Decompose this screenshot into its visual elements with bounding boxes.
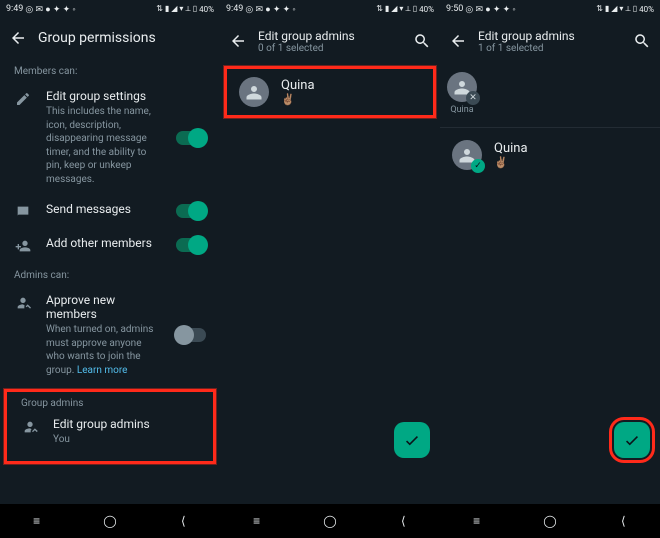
phone-permissions: 9:49◎ ✉ ● ✦ ✦ ◦ ⇅ ▮ ◢ ▾ ⟂ ▯40% Group per…: [0, 0, 220, 538]
home-button[interactable]: ◯: [90, 514, 130, 528]
edit-settings-title: Edit group settings: [46, 89, 162, 103]
back-icon[interactable]: [448, 31, 468, 51]
add-members-title: Add other members: [46, 236, 162, 250]
status-left-icons: ◎ ✉ ● ✦ ✦ ◦: [245, 4, 295, 15]
selected-chip-quina[interactable]: ✕ Quina: [440, 64, 484, 123]
status-left-icons: ◎ ✉ ● ✦ ✦ ◦: [465, 4, 515, 15]
phone-select-0: 9:49◎ ✉ ● ✦ ✦ ◦ ⇅ ▮ ◢ ▾ ⟂ ▯40% Edit grou…: [220, 0, 440, 538]
status-battery: 40%: [639, 5, 654, 14]
edit-settings-desc: This includes the name, icon, descriptio…: [46, 105, 162, 186]
recent-apps-button[interactable]: ≡: [17, 514, 57, 528]
statusbar: 9:49◎ ✉ ● ✦ ✦ ◦ ⇅ ▮ ◢ ▾ ⟂ ▯40%: [220, 0, 440, 18]
status-right-icons: ⇅ ▮ ◢ ▾ ⟂ ▯: [596, 4, 637, 14]
content: Quina ✌🏽: [220, 64, 440, 504]
search-icon[interactable]: [632, 31, 652, 51]
group-admins-block-highlight: Group admins Edit group admins You: [4, 389, 216, 464]
toggle-approve-members[interactable]: [176, 328, 206, 342]
status-time: 9:49: [226, 4, 243, 14]
contact-name: Quina: [281, 78, 315, 93]
page-title: Edit group admins: [478, 29, 622, 43]
back-button[interactable]: ⟨: [603, 514, 643, 528]
approve-title: Approve new members: [46, 293, 162, 321]
phone-select-1: 9:50◎ ✉ ● ✦ ✦ ◦ ⇅ ▮ ◢ ▾ ⟂ ▯40% Edit grou…: [440, 0, 660, 538]
content: Members can: Edit group settings This in…: [0, 58, 220, 504]
admins-icon: [21, 417, 39, 435]
avatar: [239, 77, 269, 107]
toggle-add-members[interactable]: [176, 238, 206, 252]
statusbar: 9:49◎ ✉ ● ✦ ✦ ◦ ⇅ ▮ ◢ ▾ ⟂ ▯40%: [0, 0, 220, 18]
edit-admins-sub: You: [53, 433, 199, 447]
avatar: ✕: [447, 72, 477, 102]
back-button[interactable]: ⟨: [163, 514, 203, 528]
page-subtitle: 1 of 1 selected: [478, 43, 622, 54]
search-icon[interactable]: [412, 31, 432, 51]
content: ✕ Quina ✓ Quina ✌🏽: [440, 64, 660, 504]
home-button[interactable]: ◯: [310, 514, 350, 528]
appbar: Edit group admins 0 of 1 selected: [220, 18, 440, 64]
page-title: Edit group admins: [258, 29, 402, 43]
approve-icon: [14, 293, 32, 311]
admins-label: Admins can:: [0, 262, 220, 285]
status-time: 9:50: [446, 4, 463, 14]
page-subtitle: 0 of 1 selected: [258, 43, 402, 54]
page-title: Group permissions: [38, 30, 156, 46]
status-left-icons: ◎ ✉ ● ✦ ✦ ◦: [25, 4, 75, 15]
send-messages-title: Send messages: [46, 202, 162, 216]
row-approve-members[interactable]: Approve new members When turned on, admi…: [0, 285, 220, 385]
contact-name: Quina: [494, 141, 528, 156]
row-send-messages[interactable]: Send messages: [0, 194, 220, 228]
back-button[interactable]: ⟨: [383, 514, 423, 528]
row-add-members[interactable]: Add other members: [0, 228, 220, 262]
contact-row-highlight: Quina ✌🏽: [224, 66, 436, 118]
row-edit-settings[interactable]: Edit group settings This includes the na…: [0, 81, 220, 194]
back-icon[interactable]: [228, 31, 248, 51]
row-edit-group-admins[interactable]: Edit group admins You: [7, 413, 213, 455]
contact-row-quina[interactable]: ✓ Quina ✌🏽: [440, 132, 660, 178]
statusbar: 9:50◎ ✉ ● ✦ ✦ ◦ ⇅ ▮ ◢ ▾ ⟂ ▯40%: [440, 0, 660, 18]
android-navbar: ≡ ◯ ⟨: [0, 504, 220, 538]
confirm-fab[interactable]: [614, 422, 650, 458]
recent-apps-button[interactable]: ≡: [237, 514, 277, 528]
edit-admins-title: Edit group admins: [53, 417, 199, 431]
status-right-icons: ⇅ ▮ ◢ ▾ ⟂ ▯: [376, 4, 417, 14]
learn-more-link[interactable]: Learn more: [77, 365, 128, 376]
avatar: ✓: [452, 140, 482, 170]
add-person-icon: [14, 236, 32, 254]
back-icon[interactable]: [8, 28, 28, 48]
status-battery: 40%: [419, 5, 434, 14]
contact-row-quina[interactable]: Quina ✌🏽: [227, 69, 433, 115]
recent-apps-button[interactable]: ≡: [457, 514, 497, 528]
status-time: 9:49: [6, 4, 23, 14]
contact-status: ✌🏽: [494, 156, 528, 169]
remove-chip-icon[interactable]: ✕: [466, 91, 480, 105]
android-navbar: ≡ ◯ ⟨: [440, 504, 660, 538]
toggle-edit-settings[interactable]: [176, 131, 206, 145]
members-label: Members can:: [0, 58, 220, 81]
home-button[interactable]: ◯: [530, 514, 570, 528]
contact-status: ✌🏽: [281, 93, 315, 106]
pencil-icon: [14, 89, 32, 107]
appbar: Edit group admins 1 of 1 selected: [440, 18, 660, 64]
chip-name: Quina: [450, 105, 473, 115]
status-right-icons: ⇅ ▮ ◢ ▾ ⟂ ▯: [156, 4, 197, 14]
status-battery: 40%: [199, 5, 214, 14]
confirm-fab[interactable]: [394, 422, 430, 458]
appbar: Group permissions: [0, 18, 220, 58]
toggle-send-messages[interactable]: [176, 204, 206, 218]
chat-icon: [14, 202, 32, 220]
android-navbar: ≡ ◯ ⟨: [220, 504, 440, 538]
divider: [440, 127, 660, 128]
group-admins-label: Group admins: [7, 392, 213, 413]
selected-check-icon: ✓: [471, 159, 485, 173]
